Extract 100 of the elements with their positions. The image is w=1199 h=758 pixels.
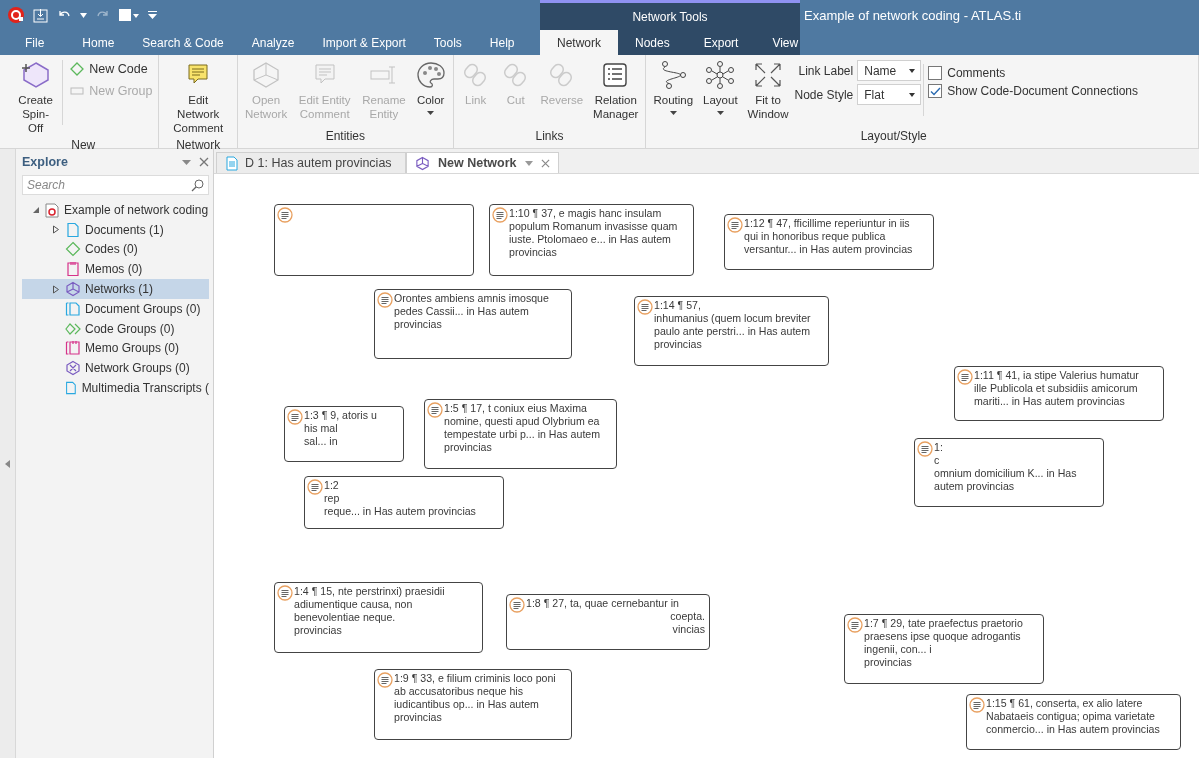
project-icon — [44, 201, 60, 218]
quotation-node[interactable]: 1:7 ¶ 29, tate praefectus praetorio praesens ipse quoque adrogantis ingenii, con... i provincias — [844, 614, 1044, 684]
menu-tab[interactable]: Network — [540, 30, 618, 55]
code-icon — [65, 241, 81, 258]
quotation-node[interactable]: 1:12 ¶ 47, fficillime reperiuntur in iis qui in honoribus reque publica versantur... in Has autem provincias — [724, 214, 934, 270]
quotation-icon — [427, 402, 443, 418]
menu-tab[interactable]: Analyze — [237, 30, 309, 55]
ribbon-button[interactable]: Routing — [649, 58, 698, 117]
close-icon[interactable] — [540, 158, 550, 168]
ribbon-button[interactable]: Color — [411, 58, 450, 117]
tree-item[interactable]: Memo Groups (0) — [85, 341, 180, 356]
network-icon — [415, 155, 430, 171]
dropdown-caret-icon[interactable] — [524, 160, 533, 166]
menu-tab[interactable]: Home — [68, 30, 129, 55]
ribbon-button[interactable]: Edit Network Comment — [162, 58, 234, 137]
quotation-node[interactable]: 1:11 ¶ 41, ia stipe Valerius humatur ille Publicola et subsidiis amicorum mariti... in Has autem provincias — [954, 366, 1164, 421]
quotation-node[interactable]: 1:15 ¶ 61, conserta, ex alio latere Nabataeis contigua; opima varietate conmercio... in Has autem provincias — [966, 694, 1181, 750]
quotation-node[interactable]: 1:4 ¶ 15, nte perstrinxi) praesidii adiumentique causa, non benevolentiae neque. provincias — [274, 582, 483, 653]
quotation-node[interactable]: 1:10 ¶ 37, e magis hanc insulam populum Romanum invasisse quam iuste. Ptolomaeo e... in Has autem provincias — [489, 204, 694, 276]
close-icon[interactable] — [199, 157, 209, 167]
collapse-arrow-icon[interactable] — [5, 459, 10, 468]
menu-tab[interactable]: File — [13, 30, 69, 55]
window-layout-icon[interactable] — [119, 8, 139, 22]
quotation-node[interactable]: 1:14 ¶ 57, inhumanius (quem locum breviter paulo ante perstri... in Has autem provincias — [634, 296, 829, 366]
caret-icon[interactable] — [80, 12, 87, 18]
checkbox[interactable] — [928, 66, 943, 80]
quotation-text: 1:2 rep reque... in Has autem provincias — [324, 479, 477, 518]
collapsed-arrow-icon[interactable] — [52, 284, 60, 294]
quotation-node[interactable]: Orontes ambiens amnis imosque pedes Cassii... in Has autem provincias — [374, 289, 572, 359]
document-tab[interactable]: D 1: Has autem provincias — [216, 152, 406, 173]
group-label: Entities — [324, 128, 366, 145]
document-tab[interactable]: New Network — [406, 152, 559, 173]
customize-caret-icon[interactable] — [148, 11, 157, 19]
ribbon-button[interactable]: Create Spin-Off — [11, 58, 61, 137]
quotation-node[interactable] — [274, 204, 474, 276]
tree-item[interactable]: Code Groups (0) — [85, 321, 175, 336]
quotation-node[interactable]: 1:8 ¶ 27, ta, quae cernebantur in coepta. vincias — [506, 594, 710, 650]
quotation-node[interactable]: 1:9 ¶ 33, e filium criminis loco poni ab accusatoribus neque his iudicantibus op... in Has autem provincias — [374, 669, 572, 740]
network-group-icon — [65, 360, 81, 377]
document-icon — [225, 155, 239, 171]
menu-tab[interactable]: Tools — [419, 30, 476, 55]
app-logo-icon[interactable] — [8, 7, 24, 23]
quotation-text: 1:4 ¶ 15, nte perstrinxi) praesidii adiumentique causa, non benevolentiae neque. provincias — [294, 585, 446, 637]
quotation-text: 1:10 ¶ 37, e magis hanc insulam populum Romanum invasisse quam iuste. Ptolomaeo e... in Has autem provincias — [509, 207, 679, 259]
menu-tab[interactable]: Help — [475, 30, 529, 55]
search-icon — [191, 179, 204, 192]
quotation-text: Orontes ambiens amnis imosque pedes Cassii... in Has autem provincias — [394, 292, 550, 331]
checkbox[interactable] — [928, 84, 943, 98]
quotation-text: 1:11 ¶ 41, ia stipe Valerius humatur ille Publicola et subsidiis amicorum mariti... in Has autem provincias — [974, 369, 1140, 408]
quotation-icon — [277, 207, 293, 223]
checkbox-label: Comments — [947, 66, 1006, 80]
quotation-icon — [492, 207, 508, 223]
memo-group-icon — [65, 340, 81, 357]
menu-tab[interactable]: Nodes — [618, 30, 687, 55]
hexagon-plus-icon — [19, 60, 52, 90]
dropdown-field[interactable]: Name — [857, 60, 922, 81]
menu-tab[interactable]: View — [755, 30, 816, 55]
dropdown-caret-icon[interactable] — [182, 159, 191, 165]
tree-item[interactable]: Multimedia Transcripts ( — [81, 381, 209, 396]
expanded-arrow-icon[interactable] — [32, 205, 40, 214]
palette-icon — [414, 60, 447, 90]
tree-item[interactable]: Example of network coding — [64, 202, 209, 217]
quotation-icon — [969, 697, 985, 713]
ribbon-button[interactable]: New Code — [67, 60, 156, 78]
tree-item[interactable]: Documents (1) — [85, 222, 164, 237]
quotation-icon — [957, 369, 973, 385]
quotation-node[interactable]: 1:3 ¶ 9, atoris u his mal sal... in — [284, 406, 404, 462]
menu-tab[interactable]: Search & Code — [128, 30, 238, 55]
checkbox-label: Show Code-Document Connections — [947, 84, 1138, 98]
quotation-text: 1:12 ¶ 47, fficillime reperiuntur in iis qui in honoribus reque publica versantur... in Has autem provincias — [744, 217, 914, 256]
group-label: New — [70, 137, 97, 153]
ribbon-button[interactable]: Relation Manager — [589, 58, 643, 123]
quotation-text: 1:15 ¶ 61, conserta, ex alio latere Nabataeis contigua; opima varietate conmercio... in Has autem provincias — [986, 697, 1161, 736]
quotation-icon — [727, 217, 743, 233]
tree-item[interactable]: Document Groups (0) — [85, 301, 201, 316]
quotation-node[interactable]: 1: c omnium domicilium K... in Has autem provincias — [914, 438, 1104, 507]
tree-item[interactable]: Memos (0) — [85, 262, 143, 277]
ribbon-button[interactable]: Layout — [699, 58, 742, 117]
network-icon — [65, 281, 81, 298]
document-icon — [65, 221, 81, 238]
search-field[interactable]: Search — [22, 175, 209, 195]
quotation-icon — [287, 409, 303, 425]
rectangle-icon — [70, 84, 85, 98]
ribbon-button[interactable]: Fit to Window — [743, 58, 793, 123]
tree-item[interactable]: Network Groups (0) — [85, 361, 190, 376]
quotation-node[interactable]: 1:2 rep reque... in Has autem provincias — [304, 476, 504, 529]
panel-title: Explore — [22, 155, 69, 169]
menu-tab[interactable]: Import & Export — [308, 30, 420, 55]
document-group-icon — [65, 300, 81, 317]
quotation-node[interactable]: 1:5 ¶ 17, t coniux eius Maxima nomine, questi apud Olybrium ea tempestate urbi p... in Has autem provincias — [424, 399, 617, 469]
quotation-text: 1:9 ¶ 33, e filium criminis loco poni ab accusatoribus neque his iudicantibus op... in Has autem provincias — [394, 672, 557, 724]
combo-label: Node Style — [794, 87, 854, 102]
quotation-icon — [277, 585, 293, 601]
tree-item[interactable]: Codes (0) — [85, 242, 138, 257]
dropdown-field[interactable]: Flat — [857, 84, 922, 105]
collapsed-arrow-icon[interactable] — [52, 225, 60, 235]
quotation-text: 1:5 ¶ 17, t coniux eius Maxima nomine, questi apud Olybrium ea tempestate urbi p... in Has autem provincias — [444, 402, 602, 454]
save-icon[interactable] — [33, 7, 48, 23]
menu-tab[interactable]: Export — [686, 30, 756, 55]
window-title: Example of network coding - ATLAS.ti — [803, 8, 1022, 23]
